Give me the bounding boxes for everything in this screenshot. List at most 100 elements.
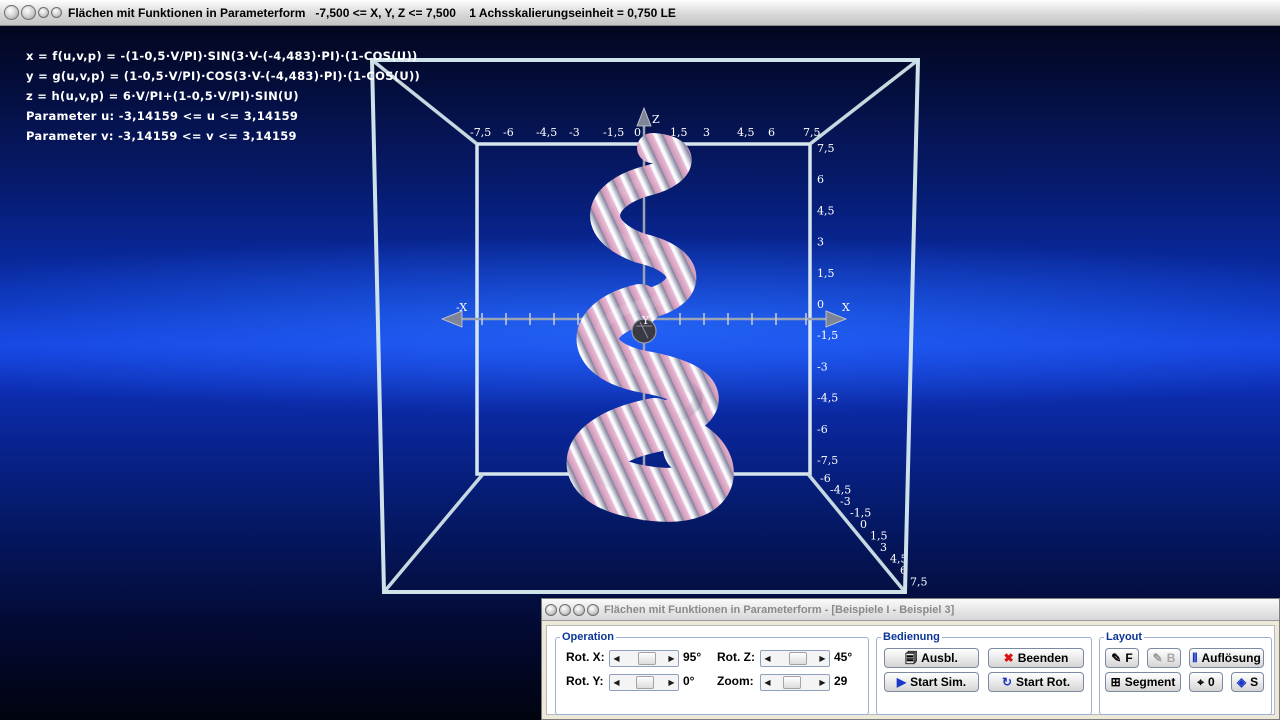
depth-tick-6: 3 xyxy=(880,541,887,554)
top-tick-6: 1,5 xyxy=(670,126,688,139)
right-tick-labels: 7,5 6 4,5 3 1,5 0 -1,5 -3 -4,5 -6 -7,5 xyxy=(817,142,838,467)
origin-button-label: 0 xyxy=(1208,675,1215,689)
ausbl-button[interactable]: 🗐 Ausbl. xyxy=(884,648,979,668)
zoom-slider[interactable]: ◀ ▶ xyxy=(760,674,830,691)
rot-y-value: 0° xyxy=(683,674,695,688)
panel-restore-button[interactable] xyxy=(587,603,599,616)
zoom-value: 29 xyxy=(834,674,848,688)
color-b-button-label: B xyxy=(1166,651,1176,665)
grid-icon: ⊞ xyxy=(1110,675,1121,689)
y-axis-label: Y xyxy=(641,314,650,327)
beenden-button[interactable]: ✖ Beenden xyxy=(988,648,1084,668)
rot-z-increase-arrow-icon[interactable]: ▶ xyxy=(817,651,828,666)
main-title-bar[interactable]: Flächen mit Funktionen in Parameterform … xyxy=(0,0,1280,26)
window-restore-button[interactable] xyxy=(51,7,62,18)
right-tick-3: 3 xyxy=(817,236,824,249)
top-tick-0: -7,5 xyxy=(470,126,491,139)
window-minimize-button[interactable] xyxy=(21,5,36,20)
rot-z-slider-thumb[interactable] xyxy=(789,652,807,665)
right-tick-4: 1,5 xyxy=(817,267,835,280)
control-panel-body: Operation Rot. X: ◀ ▶ 95° Rot. Y: ◀ ▶ 0°… xyxy=(546,625,1275,715)
rot-x-slider[interactable]: ◀ ▶ xyxy=(609,650,679,667)
rotate-icon: ↻ xyxy=(1001,675,1013,689)
crosshair-icon: ⌖ xyxy=(1197,675,1205,689)
zoom-slider-thumb[interactable] xyxy=(783,676,801,689)
rot-x-decrease-arrow-icon[interactable]: ◀ xyxy=(611,651,622,666)
panel-menu-button[interactable] xyxy=(573,603,585,616)
top-tick-10: 7,5 xyxy=(803,126,821,139)
segment-button-label: Segment xyxy=(1124,675,1176,689)
right-tick-8: -4,5 xyxy=(817,392,838,405)
rot-x-value: 95° xyxy=(683,650,702,664)
rot-z-label: Rot. Z: xyxy=(717,650,755,664)
rot-y-slider[interactable]: ◀ ▶ xyxy=(609,674,679,691)
shading-s-button-label: S xyxy=(1250,675,1259,689)
color-f-button[interactable]: ✎ F xyxy=(1105,648,1139,668)
start-rot-button-label: Start Rot. xyxy=(1016,675,1071,689)
panel-minimize-button[interactable] xyxy=(559,603,571,616)
aufloesung-button[interactable]: ⦀ Auflösung xyxy=(1189,648,1264,668)
zoom-decrease-arrow-icon[interactable]: ◀ xyxy=(762,675,773,690)
shading-s-button[interactable]: ◈ S xyxy=(1231,672,1264,692)
right-tick-10: -7,5 xyxy=(817,454,838,467)
beenden-button-label: Beenden xyxy=(1017,651,1069,665)
top-tick-7: 3 xyxy=(703,126,710,139)
hide-icon: 🗐 xyxy=(905,651,918,665)
window-title: Flächen mit Funktionen in Parameterform … xyxy=(68,5,676,20)
window-close-button[interactable] xyxy=(4,5,19,20)
rot-z-value: 45° xyxy=(834,650,853,664)
depth-tick-4: 0 xyxy=(860,518,867,531)
rot-y-slider-thumb[interactable] xyxy=(636,676,654,689)
start-rot-button[interactable]: ↻ Start Rot. xyxy=(988,672,1084,692)
neg-x-axis-label: -X xyxy=(456,301,467,314)
parameter-v-range: Parameter v: -3,14159 <= v <= 3,14159 xyxy=(26,129,297,143)
top-tick-1: -6 xyxy=(503,126,514,139)
panel-close-button[interactable] xyxy=(545,603,557,616)
top-tick-3: -3 xyxy=(569,126,580,139)
rot-y-increase-arrow-icon[interactable]: ▶ xyxy=(666,675,677,690)
top-tick-4: -1,5 xyxy=(603,126,624,139)
segment-button[interactable]: ⊞ Segment xyxy=(1105,672,1181,692)
layout-legend: Layout xyxy=(1106,631,1143,643)
start-sim-button-label: Start Sim. xyxy=(910,675,967,689)
rot-y-decrease-arrow-icon[interactable]: ◀ xyxy=(611,675,622,690)
formula-z: z = h(u,v,p) = 6·V/PI+(1-0,5·V/PI)·SIN(U… xyxy=(26,89,299,103)
right-tick-0: 7,5 xyxy=(817,142,835,155)
control-panel-window[interactable]: Flächen mit Funktionen in Parameterform … xyxy=(541,598,1280,720)
rot-x-increase-arrow-icon[interactable]: ▶ xyxy=(666,651,677,666)
window-menu-button[interactable] xyxy=(38,7,49,18)
zoom-label: Zoom: xyxy=(717,674,754,688)
right-tick-7: -3 xyxy=(817,360,828,373)
aufloesung-button-label: Auflösung xyxy=(1201,651,1261,665)
right-tick-5: 0 xyxy=(817,298,824,311)
origin-button[interactable]: ⌖ 0 xyxy=(1189,672,1223,692)
depth-tick-9: 7,5 xyxy=(910,576,928,589)
zoom-increase-arrow-icon[interactable]: ▶ xyxy=(817,675,828,690)
cube-icon: ◈ xyxy=(1236,675,1247,689)
formula-y: y = g(u,v,p) = (1-0,5·V/PI)·COS(3·V-(-4,… xyxy=(26,69,421,83)
color-b-button[interactable]: ✎ B xyxy=(1147,648,1181,668)
x-axis-label: X xyxy=(842,301,850,314)
close-icon: ✖ xyxy=(1003,651,1014,665)
resolution-icon: ⦀ xyxy=(1192,651,1198,665)
right-tick-6: -1,5 xyxy=(817,329,838,342)
rot-x-slider-thumb[interactable] xyxy=(638,652,656,665)
right-tick-2: 4,5 xyxy=(817,204,835,217)
operation-group: Operation xyxy=(555,631,869,715)
top-tick-2: -4,5 xyxy=(536,126,557,139)
control-panel-title-bar[interactable]: Flächen mit Funktionen in Parameterform … xyxy=(542,599,1279,621)
top-tick-5: 0 xyxy=(634,126,641,139)
ausbl-button-label: Ausbl. xyxy=(921,651,958,665)
paint-brush-icon: ✎ xyxy=(1111,651,1122,665)
rot-z-decrease-arrow-icon[interactable]: ◀ xyxy=(762,651,773,666)
parameter-u-range: Parameter u: -3,14159 <= u <= 3,14159 xyxy=(26,109,299,123)
rot-z-slider[interactable]: ◀ ▶ xyxy=(760,650,830,667)
bedienung-legend: Bedienung xyxy=(883,631,940,643)
right-tick-1: 6 xyxy=(817,173,824,186)
rot-y-label: Rot. Y: xyxy=(566,674,604,688)
control-panel-title: Flächen mit Funktionen in Parameterform … xyxy=(604,603,955,616)
z-axis-label: Z xyxy=(652,113,660,126)
formula-x: x = f(u,v,p) = -(1-0,5·V/PI)·SIN(3·V-(-4… xyxy=(26,49,418,63)
top-tick-8: 4,5 xyxy=(737,126,755,139)
start-sim-button[interactable]: ▶ Start Sim. xyxy=(884,672,979,692)
